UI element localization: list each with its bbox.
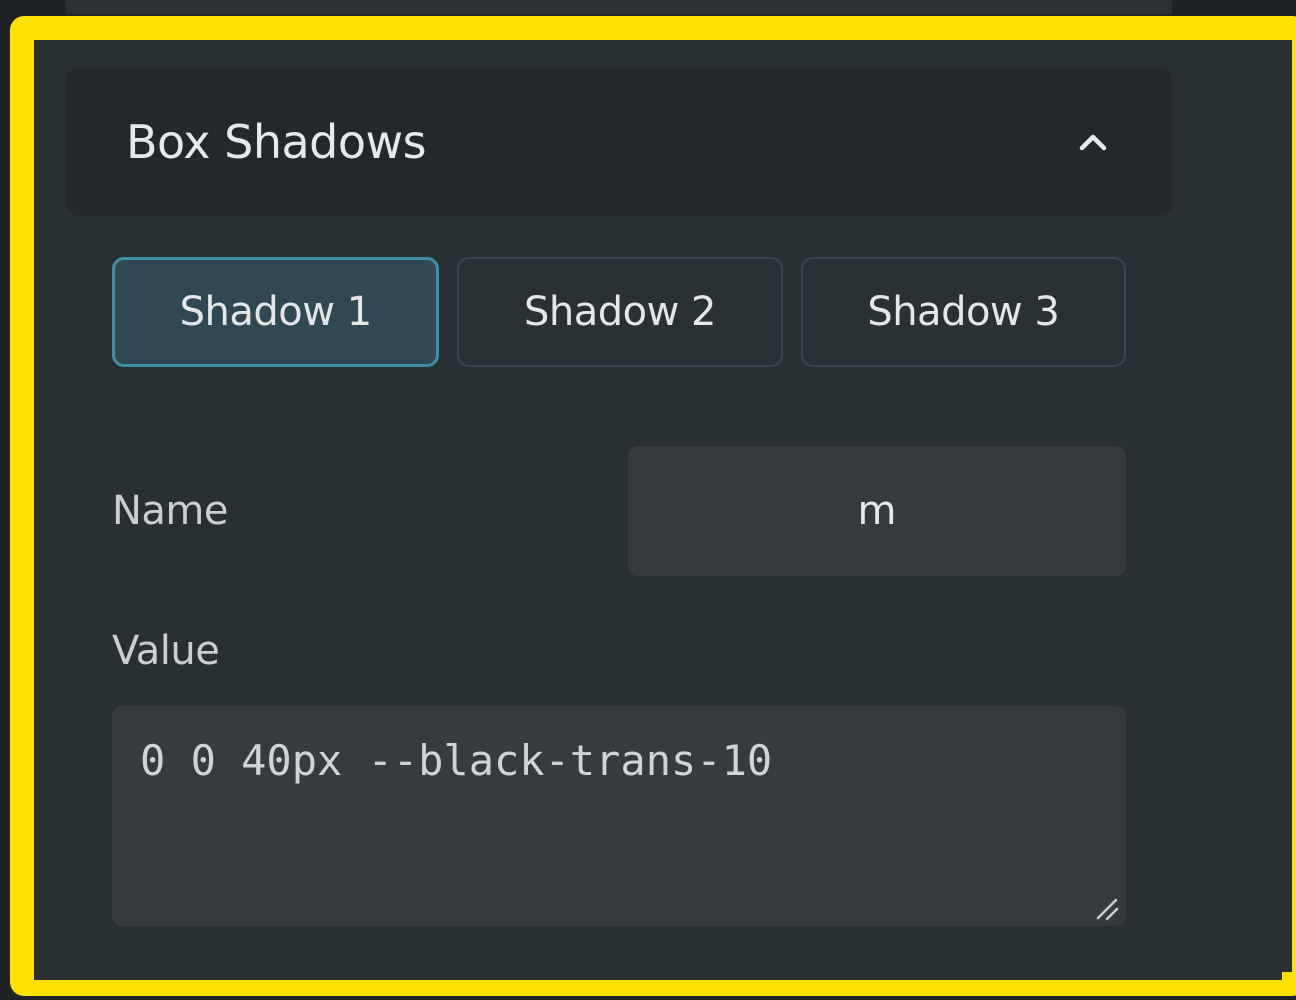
tab-shadow-1[interactable]: Shadow 1	[112, 257, 440, 367]
name-input[interactable]	[628, 446, 1126, 576]
previous-section-edge	[66, 0, 1172, 14]
tab-shadow-2[interactable]: Shadow 2	[457, 257, 783, 367]
top-strip	[0, 0, 1296, 14]
value-label: Value	[112, 628, 220, 674]
resize-handle-icon[interactable]	[1094, 896, 1120, 922]
shadow-tabs: Shadow 1 Shadow 2 Shadow 3	[112, 257, 1126, 367]
name-label: Name	[112, 488, 229, 534]
box-shadows-panel: Box Shadows Shadow 1 Shadow 2 Shadow 3 N…	[34, 40, 1282, 980]
chevron-up-icon[interactable]	[1078, 127, 1108, 157]
accordion-title: Box Shadows	[126, 115, 427, 169]
value-textarea[interactable]: 0 0 40px --black-trans-10	[112, 706, 1126, 926]
box-shadows-accordion-header[interactable]: Box Shadows	[66, 68, 1172, 216]
tab-shadow-3[interactable]: Shadow 3	[800, 257, 1126, 367]
value-text: 0 0 40px --black-trans-10	[140, 736, 773, 785]
